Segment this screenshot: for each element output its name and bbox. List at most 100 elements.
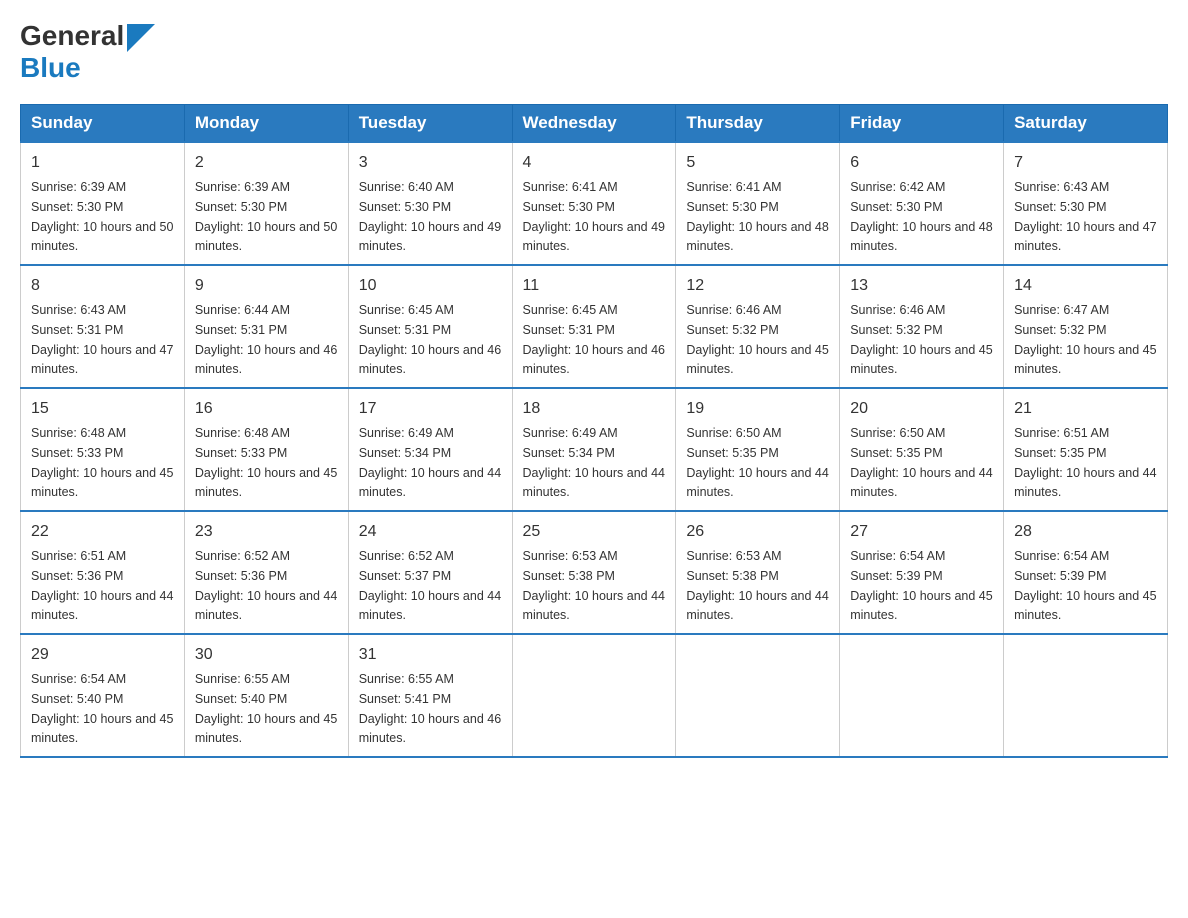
weekday-header-row: SundayMondayTuesdayWednesdayThursdayFrid…	[21, 105, 1168, 143]
weekday-header-wednesday: Wednesday	[512, 105, 676, 143]
calendar-week-row: 22 Sunrise: 6:51 AMSunset: 5:36 PMDaylig…	[21, 511, 1168, 634]
calendar-cell: 2 Sunrise: 6:39 AMSunset: 5:30 PMDayligh…	[184, 142, 348, 265]
calendar-cell: 29 Sunrise: 6:54 AMSunset: 5:40 PMDaylig…	[21, 634, 185, 757]
calendar-cell	[840, 634, 1004, 757]
calendar-cell: 21 Sunrise: 6:51 AMSunset: 5:35 PMDaylig…	[1004, 388, 1168, 511]
calendar-week-row: 15 Sunrise: 6:48 AMSunset: 5:33 PMDaylig…	[21, 388, 1168, 511]
calendar-cell: 8 Sunrise: 6:43 AMSunset: 5:31 PMDayligh…	[21, 265, 185, 388]
day-number: 8	[31, 274, 174, 298]
calendar-cell: 31 Sunrise: 6:55 AMSunset: 5:41 PMDaylig…	[348, 634, 512, 757]
calendar-cell: 16 Sunrise: 6:48 AMSunset: 5:33 PMDaylig…	[184, 388, 348, 511]
day-info: Sunrise: 6:51 AMSunset: 5:35 PMDaylight:…	[1014, 426, 1156, 499]
day-number: 4	[523, 151, 666, 175]
calendar-cell: 7 Sunrise: 6:43 AMSunset: 5:30 PMDayligh…	[1004, 142, 1168, 265]
day-number: 20	[850, 397, 993, 421]
day-number: 22	[31, 520, 174, 544]
calendar-cell: 9 Sunrise: 6:44 AMSunset: 5:31 PMDayligh…	[184, 265, 348, 388]
day-info: Sunrise: 6:43 AMSunset: 5:31 PMDaylight:…	[31, 303, 173, 376]
calendar-cell: 3 Sunrise: 6:40 AMSunset: 5:30 PMDayligh…	[348, 142, 512, 265]
logo-general-text: General	[20, 20, 124, 52]
calendar-cell: 12 Sunrise: 6:46 AMSunset: 5:32 PMDaylig…	[676, 265, 840, 388]
weekday-header-sunday: Sunday	[21, 105, 185, 143]
day-info: Sunrise: 6:46 AMSunset: 5:32 PMDaylight:…	[686, 303, 828, 376]
calendar-cell: 23 Sunrise: 6:52 AMSunset: 5:36 PMDaylig…	[184, 511, 348, 634]
day-number: 13	[850, 274, 993, 298]
calendar-cell: 5 Sunrise: 6:41 AMSunset: 5:30 PMDayligh…	[676, 142, 840, 265]
day-info: Sunrise: 6:53 AMSunset: 5:38 PMDaylight:…	[523, 549, 665, 622]
calendar-cell: 26 Sunrise: 6:53 AMSunset: 5:38 PMDaylig…	[676, 511, 840, 634]
day-number: 17	[359, 397, 502, 421]
day-number: 29	[31, 643, 174, 667]
calendar-cell: 15 Sunrise: 6:48 AMSunset: 5:33 PMDaylig…	[21, 388, 185, 511]
calendar-cell: 10 Sunrise: 6:45 AMSunset: 5:31 PMDaylig…	[348, 265, 512, 388]
day-info: Sunrise: 6:50 AMSunset: 5:35 PMDaylight:…	[686, 426, 828, 499]
day-number: 9	[195, 274, 338, 298]
day-number: 30	[195, 643, 338, 667]
calendar-week-row: 29 Sunrise: 6:54 AMSunset: 5:40 PMDaylig…	[21, 634, 1168, 757]
day-number: 16	[195, 397, 338, 421]
page-header: General Blue	[20, 20, 1168, 84]
calendar-cell: 11 Sunrise: 6:45 AMSunset: 5:31 PMDaylig…	[512, 265, 676, 388]
calendar-cell: 28 Sunrise: 6:54 AMSunset: 5:39 PMDaylig…	[1004, 511, 1168, 634]
day-info: Sunrise: 6:54 AMSunset: 5:39 PMDaylight:…	[850, 549, 992, 622]
day-number: 6	[850, 151, 993, 175]
day-number: 21	[1014, 397, 1157, 421]
calendar-cell: 24 Sunrise: 6:52 AMSunset: 5:37 PMDaylig…	[348, 511, 512, 634]
logo-blue-text: Blue	[20, 52, 81, 84]
day-number: 5	[686, 151, 829, 175]
day-info: Sunrise: 6:48 AMSunset: 5:33 PMDaylight:…	[31, 426, 173, 499]
day-info: Sunrise: 6:46 AMSunset: 5:32 PMDaylight:…	[850, 303, 992, 376]
weekday-header-thursday: Thursday	[676, 105, 840, 143]
day-info: Sunrise: 6:47 AMSunset: 5:32 PMDaylight:…	[1014, 303, 1156, 376]
calendar-cell: 30 Sunrise: 6:55 AMSunset: 5:40 PMDaylig…	[184, 634, 348, 757]
day-info: Sunrise: 6:43 AMSunset: 5:30 PMDaylight:…	[1014, 180, 1156, 253]
day-info: Sunrise: 6:49 AMSunset: 5:34 PMDaylight:…	[359, 426, 501, 499]
weekday-header-monday: Monday	[184, 105, 348, 143]
calendar-cell: 4 Sunrise: 6:41 AMSunset: 5:30 PMDayligh…	[512, 142, 676, 265]
day-info: Sunrise: 6:52 AMSunset: 5:36 PMDaylight:…	[195, 549, 337, 622]
day-info: Sunrise: 6:53 AMSunset: 5:38 PMDaylight:…	[686, 549, 828, 622]
day-number: 10	[359, 274, 502, 298]
calendar-cell: 18 Sunrise: 6:49 AMSunset: 5:34 PMDaylig…	[512, 388, 676, 511]
day-info: Sunrise: 6:50 AMSunset: 5:35 PMDaylight:…	[850, 426, 992, 499]
calendar-cell	[1004, 634, 1168, 757]
calendar-cell: 13 Sunrise: 6:46 AMSunset: 5:32 PMDaylig…	[840, 265, 1004, 388]
calendar-cell: 22 Sunrise: 6:51 AMSunset: 5:36 PMDaylig…	[21, 511, 185, 634]
day-info: Sunrise: 6:44 AMSunset: 5:31 PMDaylight:…	[195, 303, 337, 376]
day-info: Sunrise: 6:42 AMSunset: 5:30 PMDaylight:…	[850, 180, 992, 253]
day-info: Sunrise: 6:51 AMSunset: 5:36 PMDaylight:…	[31, 549, 173, 622]
day-number: 3	[359, 151, 502, 175]
day-info: Sunrise: 6:48 AMSunset: 5:33 PMDaylight:…	[195, 426, 337, 499]
logo-triangle-icon	[127, 24, 155, 52]
day-number: 24	[359, 520, 502, 544]
day-info: Sunrise: 6:49 AMSunset: 5:34 PMDaylight:…	[523, 426, 665, 499]
weekday-header-tuesday: Tuesday	[348, 105, 512, 143]
calendar-cell	[676, 634, 840, 757]
day-number: 7	[1014, 151, 1157, 175]
day-info: Sunrise: 6:41 AMSunset: 5:30 PMDaylight:…	[523, 180, 665, 253]
logo: General Blue	[20, 20, 155, 84]
day-number: 15	[31, 397, 174, 421]
day-number: 26	[686, 520, 829, 544]
day-number: 11	[523, 274, 666, 298]
day-info: Sunrise: 6:54 AMSunset: 5:39 PMDaylight:…	[1014, 549, 1156, 622]
calendar-week-row: 8 Sunrise: 6:43 AMSunset: 5:31 PMDayligh…	[21, 265, 1168, 388]
day-info: Sunrise: 6:55 AMSunset: 5:41 PMDaylight:…	[359, 672, 501, 745]
day-number: 14	[1014, 274, 1157, 298]
day-number: 12	[686, 274, 829, 298]
calendar-cell: 25 Sunrise: 6:53 AMSunset: 5:38 PMDaylig…	[512, 511, 676, 634]
day-info: Sunrise: 6:40 AMSunset: 5:30 PMDaylight:…	[359, 180, 501, 253]
day-number: 27	[850, 520, 993, 544]
day-info: Sunrise: 6:45 AMSunset: 5:31 PMDaylight:…	[359, 303, 501, 376]
day-number: 25	[523, 520, 666, 544]
calendar-cell: 20 Sunrise: 6:50 AMSunset: 5:35 PMDaylig…	[840, 388, 1004, 511]
day-number: 2	[195, 151, 338, 175]
day-info: Sunrise: 6:55 AMSunset: 5:40 PMDaylight:…	[195, 672, 337, 745]
calendar-week-row: 1 Sunrise: 6:39 AMSunset: 5:30 PMDayligh…	[21, 142, 1168, 265]
day-info: Sunrise: 6:54 AMSunset: 5:40 PMDaylight:…	[31, 672, 173, 745]
calendar-cell: 17 Sunrise: 6:49 AMSunset: 5:34 PMDaylig…	[348, 388, 512, 511]
day-info: Sunrise: 6:45 AMSunset: 5:31 PMDaylight:…	[523, 303, 665, 376]
day-number: 23	[195, 520, 338, 544]
calendar-cell: 27 Sunrise: 6:54 AMSunset: 5:39 PMDaylig…	[840, 511, 1004, 634]
day-info: Sunrise: 6:41 AMSunset: 5:30 PMDaylight:…	[686, 180, 828, 253]
